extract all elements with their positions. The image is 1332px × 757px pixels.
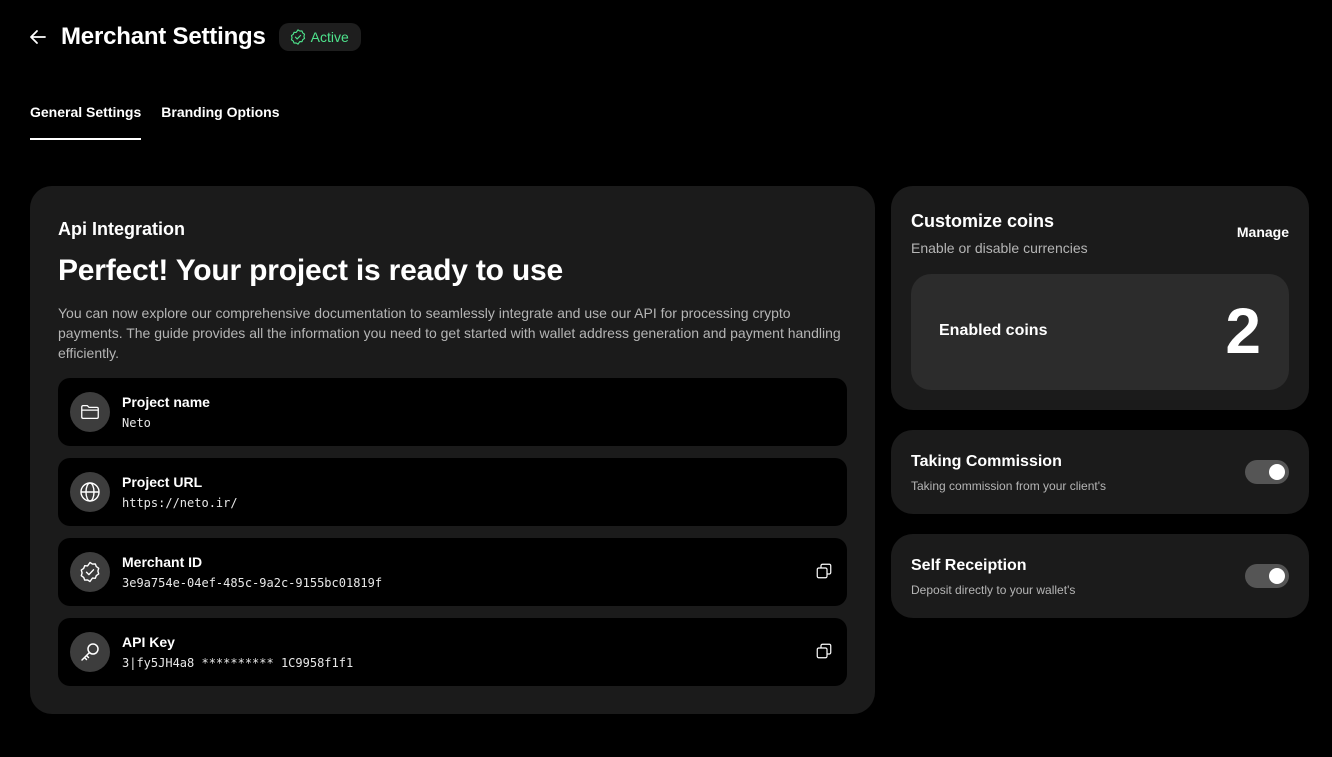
taking-commission-title: Taking Commission [911, 453, 1062, 470]
globe-icon [80, 482, 100, 502]
taking-commission-subtitle: Taking commission from your client's [911, 479, 1107, 493]
customize-coins-title: Customize coins [911, 211, 1055, 231]
verified-badge-icon [80, 561, 100, 583]
settings-tabs: General Settings Branding Options [30, 104, 279, 140]
copy-icon [816, 643, 832, 659]
enabled-coins-panel: Enabled coins 2 [911, 274, 1289, 390]
project-url-value: https://neto.ir/ [122, 496, 238, 510]
back-button[interactable] [26, 25, 50, 49]
page-title: Merchant Settings [61, 23, 266, 50]
arrow-left-icon [30, 30, 46, 44]
merchant-id-value: 3e9a754e-04ef-485c-9a2c-9155bc01819f [122, 576, 383, 590]
enabled-coins-count: 2 [1225, 295, 1261, 367]
api-key-row: API Key 3|fy5JH4a8 ********** 1C9958f1f1 [58, 618, 847, 686]
merchant-id-label: Merchant ID [122, 554, 203, 570]
api-integration-headline: Perfect! Your project is ready to use [58, 254, 563, 287]
enabled-coins-label: Enabled coins [939, 322, 1048, 339]
copy-icon [816, 563, 832, 579]
api-key-value: 3|fy5JH4a8 ********** 1C9958f1f1 [122, 656, 354, 670]
page-header: Merchant Settings Active [26, 20, 361, 54]
copy-merchant-id-button[interactable] [815, 562, 835, 582]
folder-icon [81, 404, 99, 420]
taking-commission-card: Taking Commission Taking commission from… [891, 430, 1309, 514]
api-key-label: API Key [122, 634, 175, 650]
merchant-id-row: Merchant ID 3e9a754e-04ef-485c-9a2c-9155… [58, 538, 847, 606]
self-receiption-subtitle: Deposit directly to your wallet's [911, 583, 1076, 597]
project-url-row: Project URL https://neto.ir/ [58, 458, 847, 526]
key-icon [81, 643, 99, 661]
status-badge: Active [278, 23, 361, 51]
self-receiption-card: Self Receiption Deposit directly to your… [891, 534, 1309, 618]
project-name-label: Project name [122, 394, 210, 410]
toggle-knob [1269, 464, 1285, 480]
customize-coins-subtitle: Enable or disable currencies [911, 240, 1088, 256]
verified-badge-icon [290, 29, 305, 45]
copy-api-key-button[interactable] [815, 642, 835, 662]
status-badge-label: Active [310, 29, 349, 45]
self-receiption-toggle[interactable] [1245, 564, 1289, 588]
api-integration-kicker: Api Integration [58, 219, 185, 239]
customize-coins-card: Customize coins Enable or disable curren… [891, 186, 1309, 410]
api-integration-description: You can now explore our comprehensive do… [58, 305, 841, 361]
toggle-knob [1269, 568, 1285, 584]
api-integration-card: Api Integration Perfect! Your project is… [30, 186, 875, 714]
project-url-label: Project URL [122, 474, 203, 490]
project-name-value: Neto [122, 416, 151, 430]
tab-general-settings[interactable]: General Settings [30, 104, 142, 140]
self-receiption-title: Self Receiption [911, 557, 1027, 574]
taking-commission-toggle[interactable] [1245, 460, 1289, 484]
tab-branding-options[interactable]: Branding Options [161, 104, 279, 140]
project-name-row: Project name Neto [58, 378, 847, 446]
manage-coins-button[interactable]: Manage [1237, 224, 1289, 240]
